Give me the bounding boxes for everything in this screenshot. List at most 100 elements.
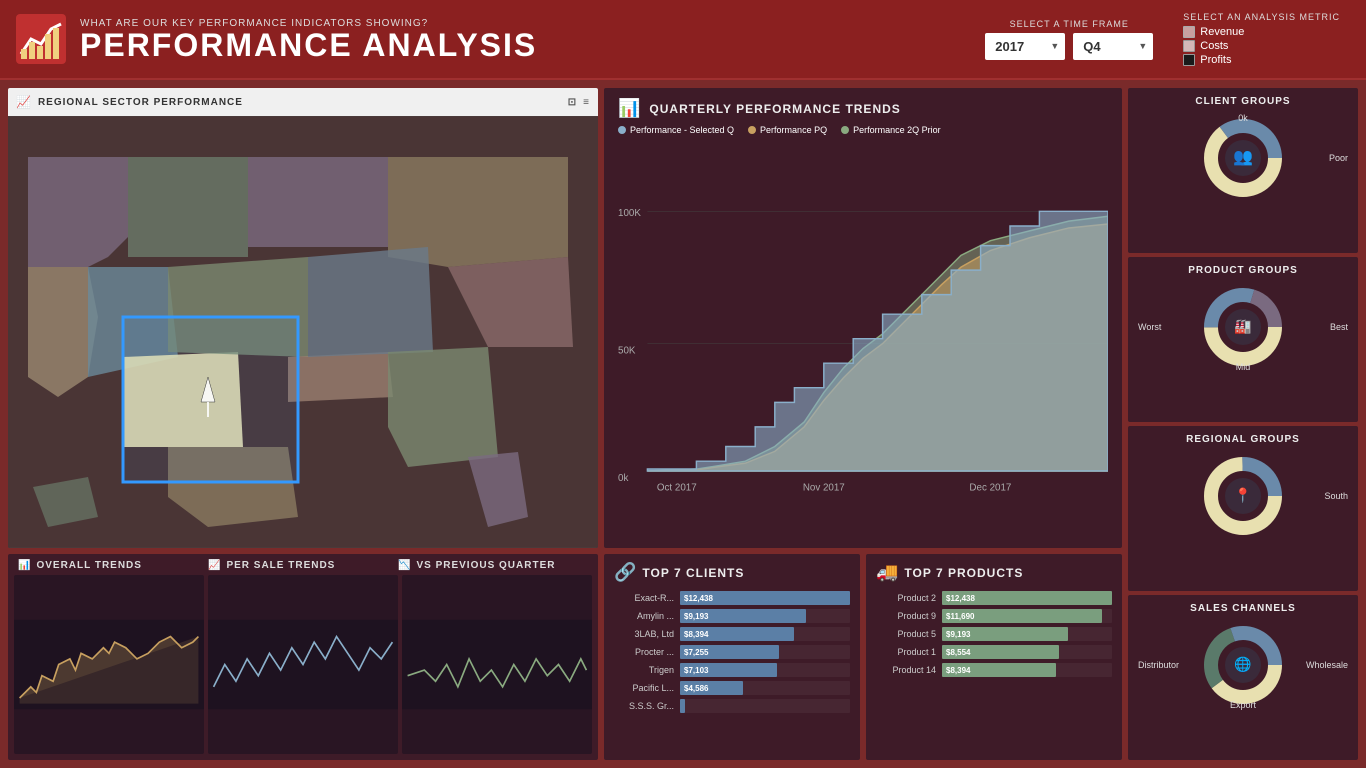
client-bar: $4,586 bbox=[680, 681, 743, 695]
quarterly-trends-title: QUARTERLY PERFORMANCE TRENDS bbox=[649, 102, 900, 116]
sales-channels-title: SALES CHANNELS bbox=[1138, 603, 1348, 614]
quarter-select-wrapper[interactable]: Q4 Q3 Q2 Q1 bbox=[1073, 33, 1153, 60]
map-panel-header: 📈 REGIONAL SECTOR PERFORMANCE ⊡ ≡ bbox=[8, 88, 598, 116]
regional-groups-label-south: South bbox=[1324, 491, 1348, 501]
product-groups-label-worst: Worst bbox=[1138, 322, 1161, 332]
profits-box bbox=[1183, 54, 1195, 66]
legend-selected-q: Performance - Selected Q bbox=[618, 125, 734, 135]
product-bar: $11,690 bbox=[942, 609, 1102, 623]
per-sale-trends-chart bbox=[208, 575, 398, 754]
metric-costs[interactable]: Costs bbox=[1183, 40, 1244, 52]
product-groups-title: PRODUCT GROUPS bbox=[1138, 265, 1348, 276]
sales-channels-donut-svg: 🌐 bbox=[1203, 625, 1283, 705]
client-bar-wrap: $9,193 bbox=[680, 609, 850, 623]
quarterly-chart-svg: 0k 50K 100K Oct 2017 Nov bbox=[618, 139, 1108, 509]
vs-prev-icon: 📉 bbox=[398, 560, 411, 571]
regional-groups-title: REGIONAL GROUPS bbox=[1138, 434, 1348, 445]
header: WHAT ARE OUR KEY PERFORMANCE INDICATORS … bbox=[0, 0, 1366, 80]
client-bar-wrap: $12,438 bbox=[680, 591, 850, 605]
map-controls[interactable]: ⊡ ≡ bbox=[568, 97, 590, 108]
trends-icon: 📊 bbox=[618, 98, 641, 119]
client-bar-wrap: $8,394 bbox=[680, 627, 850, 641]
client-row: Exact-R... $12,438 bbox=[614, 591, 850, 605]
map-container[interactable] bbox=[8, 116, 598, 548]
legend-dot-selected bbox=[618, 126, 626, 134]
client-name: 3LAB, Ltd bbox=[614, 629, 674, 639]
client-groups-title: CLIENT GROUPS bbox=[1138, 96, 1348, 107]
svg-text:🌐: 🌐 bbox=[1234, 656, 1251, 673]
product-bar: $12,438 bbox=[942, 591, 1112, 605]
map-panel: 📈 REGIONAL SECTOR PERFORMANCE ⊡ ≡ bbox=[8, 88, 598, 548]
legend-label-selected: Performance - Selected Q bbox=[630, 125, 734, 135]
legend-label-2q: Performance 2Q Prior bbox=[853, 125, 941, 135]
bottom-mid-panel: 🔗 TOP 7 CLIENTS Exact-R... $12,438 Amyli… bbox=[604, 554, 1122, 760]
client-bar: $12,438 bbox=[680, 591, 850, 605]
metric-revenue[interactable]: Revenue bbox=[1183, 26, 1244, 38]
revenue-box bbox=[1183, 26, 1195, 38]
client-row: Pacific L... $4,586 bbox=[614, 681, 850, 695]
right-panel: CLIENT GROUPS 0k Poor 👥 PRODUCT GROUPS W… bbox=[1128, 88, 1358, 760]
map-control-grid[interactable]: ⊡ bbox=[568, 97, 577, 108]
legend-dot-2q bbox=[841, 126, 849, 134]
product-bar-wrap: $8,554 bbox=[942, 645, 1112, 659]
legend-2q-prior: Performance 2Q Prior bbox=[841, 125, 941, 135]
product-row: Product 5 $9,193 bbox=[876, 627, 1112, 641]
client-row: 3LAB, Ltd $8,394 bbox=[614, 627, 850, 641]
sales-channels-donut: Distributor Wholesale Export 🌐 bbox=[1138, 620, 1348, 710]
product-row: Product 2 $12,438 bbox=[876, 591, 1112, 605]
top7-clients-title: TOP 7 CLIENTS bbox=[642, 566, 744, 580]
sales-channels-label-wholesale: Wholesale bbox=[1306, 660, 1348, 670]
area-selected-q bbox=[647, 211, 1108, 471]
per-sale-svg bbox=[208, 575, 398, 754]
client-groups-label-top: 0k bbox=[1238, 113, 1248, 123]
regional-groups-section: REGIONAL GROUPS South 📍 bbox=[1128, 426, 1358, 591]
product-bar-wrap: $9,193 bbox=[942, 627, 1112, 641]
client-name: Procter ... bbox=[614, 647, 674, 657]
client-bar bbox=[680, 699, 685, 713]
metric-options: Revenue Costs Profits bbox=[1183, 26, 1244, 66]
product-row: Product 1 $8,554 bbox=[876, 645, 1112, 659]
client-bar: $8,394 bbox=[680, 627, 794, 641]
sales-channels-section: SALES CHANNELS Distributor Wholesale Exp… bbox=[1128, 595, 1358, 760]
quarterly-trends-header: 📊 QUARTERLY PERFORMANCE TRENDS bbox=[604, 88, 1122, 123]
year-select[interactable]: 2017 2016 2015 bbox=[985, 33, 1065, 60]
map-control-menu[interactable]: ≡ bbox=[583, 97, 590, 108]
clients-list: Exact-R... $12,438 Amylin ... $9,193 3LA… bbox=[614, 591, 850, 717]
products-list: Product 2 $12,438 Product 9 $11,690 Prod… bbox=[876, 591, 1112, 681]
regional-groups-donut: South 📍 bbox=[1138, 451, 1348, 541]
product-bar: $9,193 bbox=[942, 627, 1068, 641]
client-row: Procter ... $7,255 bbox=[614, 645, 850, 659]
per-sale-icon: 📈 bbox=[208, 560, 221, 571]
y-label-50k: 50K bbox=[618, 345, 636, 356]
client-bar-wrap: $7,255 bbox=[680, 645, 850, 659]
product-groups-label-best: Best bbox=[1330, 322, 1348, 332]
product-groups-label-mid: Mid bbox=[1236, 362, 1251, 372]
profits-label: Profits bbox=[1200, 54, 1231, 66]
product-groups-section: PRODUCT GROUPS Worst Best Mid 🏭 bbox=[1128, 257, 1358, 422]
product-bar: $8,394 bbox=[942, 663, 1056, 677]
metric-profits[interactable]: Profits bbox=[1183, 54, 1244, 66]
client-bar: $7,255 bbox=[680, 645, 779, 659]
top7-clients-header: 🔗 TOP 7 CLIENTS bbox=[614, 562, 850, 583]
top7-clients-section: 🔗 TOP 7 CLIENTS Exact-R... $12,438 Amyli… bbox=[604, 554, 860, 760]
revenue-label: Revenue bbox=[1200, 26, 1244, 38]
top7-products-title: TOP 7 PRODUCTS bbox=[904, 566, 1023, 580]
legend-label-pq: Performance PQ bbox=[760, 125, 827, 135]
mini-charts-header: 📊 OVERALL TRENDS 📈 PER SALE TRENDS 📉 VS … bbox=[8, 554, 598, 575]
analysis-block: SELECT AN ANALYSIS METRIC Revenue Costs … bbox=[1183, 12, 1340, 66]
sales-channels-label-export: Export bbox=[1230, 700, 1256, 710]
client-groups-section: CLIENT GROUPS 0k Poor 👥 bbox=[1128, 88, 1358, 253]
logo-icon bbox=[16, 14, 66, 64]
product-donut-svg: 🏭 bbox=[1203, 287, 1283, 367]
product-name: Product 5 bbox=[876, 629, 936, 639]
year-select-wrapper[interactable]: 2017 2016 2015 bbox=[985, 33, 1065, 60]
analysis-label: SELECT AN ANALYSIS METRIC bbox=[1183, 12, 1340, 22]
product-bar-wrap: $11,690 bbox=[942, 609, 1112, 623]
top7-clients-icon: 🔗 bbox=[614, 562, 636, 583]
quarterly-chart-area: 0k 50K 100K Oct 2017 Nov bbox=[604, 139, 1122, 519]
x-label-dec: Dec 2017 bbox=[969, 483, 1011, 494]
us-map-svg bbox=[8, 116, 598, 548]
quarter-select[interactable]: Q4 Q3 Q2 Q1 bbox=[1073, 33, 1153, 60]
product-bar-wrap: $12,438 bbox=[942, 591, 1112, 605]
map-chart-icon: 📈 bbox=[16, 95, 32, 109]
